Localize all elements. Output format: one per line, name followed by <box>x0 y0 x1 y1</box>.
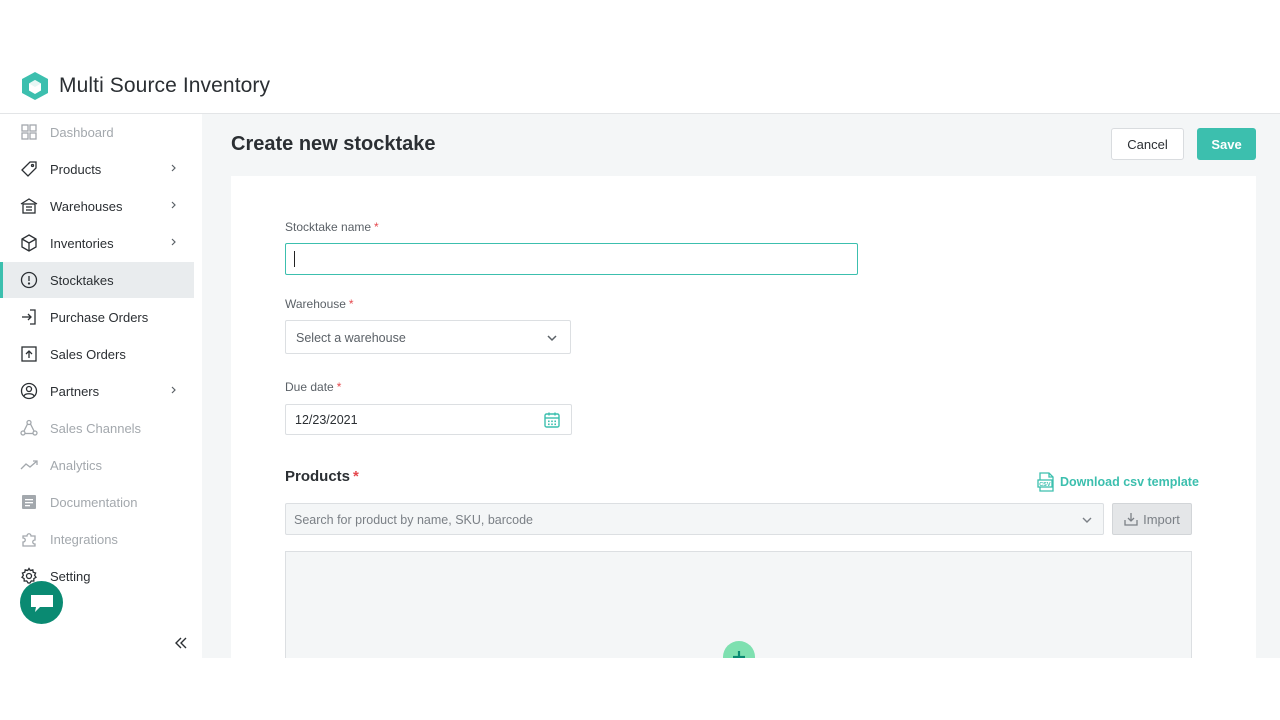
sidebar: Dashboard Products Warehouses Inventorie… <box>0 114 202 658</box>
document-icon <box>20 493 38 511</box>
chevron-right-icon <box>171 164 176 172</box>
due-date-label: Due date * <box>285 380 342 394</box>
sidebar-item-label: Stocktakes <box>50 272 114 288</box>
sidebar-item-label: Setting <box>50 568 91 584</box>
plus-icon <box>733 651 745 658</box>
warehouse-select[interactable]: Select a warehouse <box>285 320 571 354</box>
clock-icon <box>20 271 38 289</box>
import-icon <box>1124 513 1138 526</box>
sidebar-item-sales-channels[interactable]: Sales Channels <box>0 410 194 446</box>
product-search-placeholder: Search for product by name, SKU, barcode <box>294 513 534 527</box>
sidebar-item-documentation[interactable]: Documentation <box>0 484 194 520</box>
puzzle-icon <box>20 530 38 548</box>
text-caret <box>294 251 295 267</box>
chevron-right-icon <box>171 201 176 209</box>
sidebar-item-stocktakes[interactable]: Stocktakes <box>0 262 194 298</box>
user-circle-icon <box>20 382 38 400</box>
chevron-down-icon <box>1082 517 1092 523</box>
sidebar-item-integrations[interactable]: Integrations <box>0 521 194 557</box>
tag-icon <box>20 160 38 178</box>
save-button[interactable]: Save <box>1197 128 1256 160</box>
due-date-input[interactable]: 12/23/2021 <box>285 404 572 435</box>
stocktake-name-input[interactable] <box>285 243 858 275</box>
sidebar-item-label: Partners <box>50 383 100 399</box>
sidebar-item-label: Warehouses <box>50 198 123 214</box>
products-section-label: Products * <box>285 468 359 485</box>
double-chevron-left-icon[interactable] <box>172 634 190 652</box>
chevron-right-icon <box>171 238 176 246</box>
upload-box-icon <box>20 345 38 363</box>
sidebar-item-purchase-orders[interactable]: Purchase Orders <box>0 299 194 335</box>
sidebar-item-partners[interactable]: Partners <box>0 373 194 409</box>
box-icon <box>20 234 38 252</box>
csv-file-icon: CSV <box>1037 472 1054 492</box>
sidebar-item-label: Purchase Orders <box>50 309 149 325</box>
sidebar-item-label: Sales Channels <box>50 420 142 436</box>
warehouse-select-value: Select a warehouse <box>296 331 406 345</box>
chat-button[interactable] <box>20 581 63 624</box>
chevron-down-icon <box>547 335 557 342</box>
import-button[interactable]: Import <box>1112 503 1192 535</box>
product-search-input[interactable]: Search for product by name, SKU, barcode <box>285 503 1104 535</box>
sidebar-item-label: Integrations <box>50 531 118 547</box>
download-csv-template-link[interactable]: CSV Download csv template <box>1037 472 1199 492</box>
app-title: Multi Source Inventory <box>59 74 271 97</box>
sidebar-item-sales-orders[interactable]: Sales Orders <box>0 336 194 372</box>
network-icon <box>20 419 38 437</box>
trend-icon <box>20 456 38 474</box>
page-title: Create new stocktake <box>231 133 436 155</box>
sidebar-item-label: Analytics <box>50 457 103 473</box>
warehouse-icon <box>20 197 38 215</box>
stocktake-name-label: Stocktake name * <box>285 220 379 234</box>
add-product-button[interactable] <box>723 641 755 658</box>
sidebar-item-dashboard[interactable]: Dashboard <box>0 114 194 150</box>
download-csv-template-label: Download csv template <box>1060 475 1199 489</box>
products-list-area <box>285 551 1192 658</box>
stocktake-form-card: Stocktake name * Warehouse * Select a ware… <box>231 176 1256 658</box>
sidebar-item-label: Documentation <box>50 494 138 510</box>
chevron-right-icon <box>171 386 176 394</box>
svg-text:CSV: CSV <box>1039 482 1051 488</box>
due-date-value: 12/23/2021 <box>295 413 358 427</box>
cube-logo-icon[interactable] <box>21 71 49 101</box>
sidebar-item-label: Inventories <box>50 235 114 251</box>
import-label: Import <box>1143 511 1180 527</box>
sidebar-item-analytics[interactable]: Analytics <box>0 447 194 483</box>
cancel-button[interactable]: Cancel <box>1111 128 1184 160</box>
sidebar-item-inventories[interactable]: Inventories <box>0 225 194 261</box>
app-header: Multi Source Inventory <box>0 64 1280 114</box>
grid-icon <box>20 123 38 141</box>
sidebar-item-products[interactable]: Products <box>0 151 194 187</box>
chat-bubble-icon <box>30 594 53 612</box>
sidebar-item-label: Sales Orders <box>50 346 126 362</box>
warehouse-label: Warehouse * <box>285 297 354 311</box>
sidebar-item-warehouses[interactable]: Warehouses <box>0 188 194 224</box>
login-arrow-icon <box>20 308 38 326</box>
calendar-icon[interactable] <box>543 411 561 429</box>
main-content: Create new stocktake Cancel Save Stockta… <box>202 114 1280 658</box>
sidebar-item-label: Products <box>50 161 102 177</box>
sidebar-item-label: Dashboard <box>50 124 114 140</box>
